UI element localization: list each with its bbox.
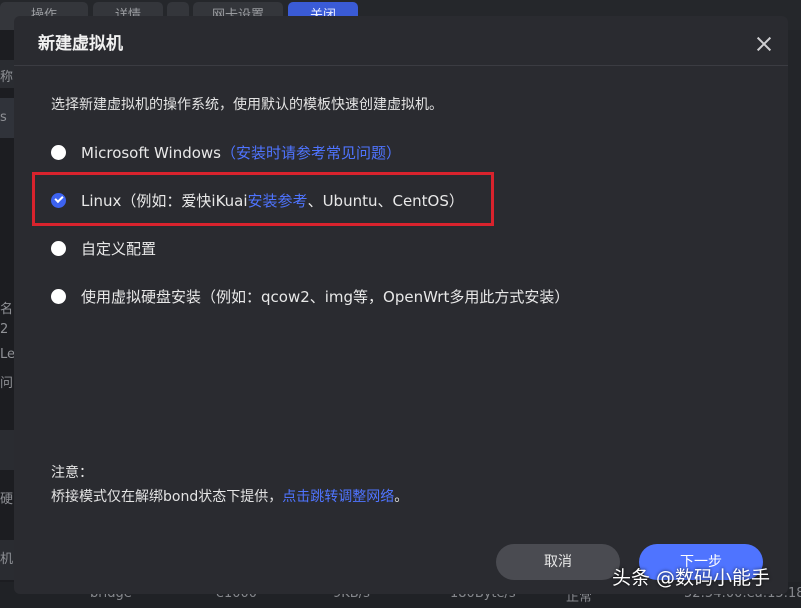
background-text: Le bbox=[0, 347, 14, 362]
background-scroll-area bbox=[787, 30, 801, 605]
annotation-highlight-box bbox=[32, 172, 494, 226]
background-text: 问 bbox=[0, 376, 14, 391]
option-custom-config[interactable]: 自定义配置 bbox=[51, 236, 156, 260]
option-text: 使用虚拟硬盘安装（例如：qcow2、img等，OpenWrt多用此方式安装） bbox=[81, 287, 570, 306]
option-label: Microsoft Windows（安装时请参考常见问题） bbox=[81, 142, 401, 163]
radio-icon[interactable] bbox=[51, 240, 66, 256]
note-body: 桥接模式仅在解绑bond状态下提供， bbox=[51, 489, 283, 505]
option-text: 自定义配置 bbox=[81, 239, 157, 258]
background-text: 名 bbox=[0, 302, 14, 317]
note-text: 桥接模式仅在解绑bond状态下提供，点击跳转调整网络。 bbox=[51, 486, 408, 506]
adjust-network-link[interactable]: 点击跳转调整网络 bbox=[282, 489, 394, 505]
new-vm-dialog: 新建虚拟机 选择新建虚拟机的操作系统，使用默认的模板快速创建虚拟机。 Micro… bbox=[14, 16, 788, 594]
note-label: 注意： bbox=[51, 465, 93, 481]
dialog-header: 新建虚拟机 bbox=[14, 16, 788, 66]
cancel-button[interactable]: 取消 bbox=[496, 544, 620, 580]
faq-link[interactable]: （安装时请参考常见问题） bbox=[221, 144, 401, 162]
background-text: 2 bbox=[0, 322, 9, 337]
background-row bbox=[0, 430, 14, 470]
close-icon[interactable] bbox=[755, 35, 773, 53]
option-windows[interactable]: Microsoft Windows（安装时请参考常见问题） bbox=[51, 140, 401, 164]
background-text: 硬 bbox=[0, 492, 14, 507]
note-suffix: 。 bbox=[394, 489, 409, 505]
option-text: Microsoft Windows bbox=[81, 143, 221, 162]
option-virtual-disk[interactable]: 使用虚拟硬盘安装（例如：qcow2、img等，OpenWrt多用此方式安装） bbox=[51, 284, 569, 308]
radio-icon[interactable] bbox=[51, 144, 66, 160]
watermark: 头条 @数码小能手 bbox=[612, 567, 771, 589]
background-text: 称 bbox=[0, 70, 14, 85]
dialog-title: 新建虚拟机 bbox=[38, 34, 123, 54]
background-text: s bbox=[0, 110, 7, 125]
radio-icon[interactable] bbox=[51, 288, 66, 304]
background-text: 机 bbox=[0, 552, 14, 567]
dialog-intro-text: 选择新建虚拟机的操作系统，使用默认的模板快速创建虚拟机。 bbox=[51, 97, 443, 113]
